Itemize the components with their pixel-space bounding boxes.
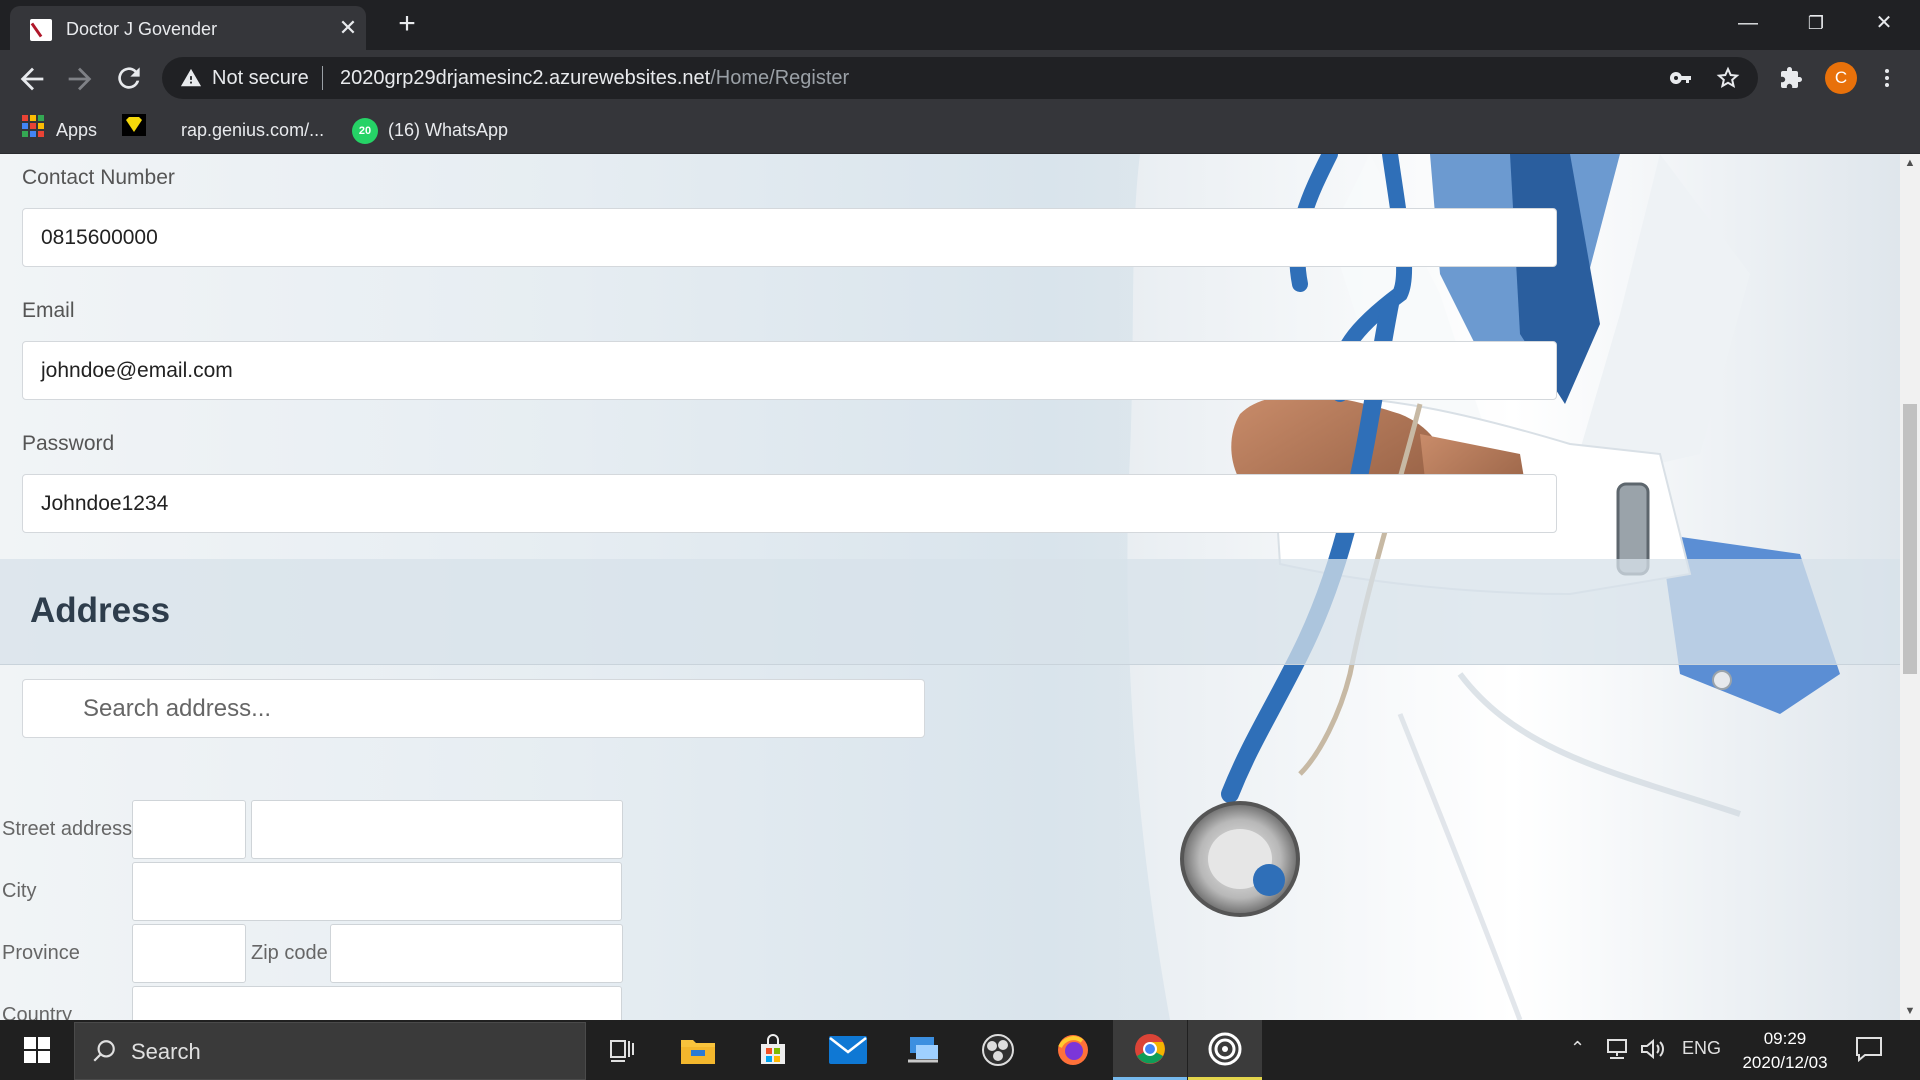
genius-diamond-icon[interactable] bbox=[122, 114, 146, 136]
extensions-puzzle-icon[interactable] bbox=[1778, 66, 1804, 92]
browser-toolbar: Not secure 2020grp29drjamesinc2.azureweb… bbox=[0, 50, 1920, 106]
country-input[interactable] bbox=[132, 986, 622, 1020]
key-icon[interactable] bbox=[1668, 66, 1694, 92]
restore-button[interactable]: ❐ bbox=[1788, 6, 1844, 40]
scroll-down-arrow-icon[interactable]: ▼ bbox=[1900, 1002, 1920, 1020]
security-status[interactable]: Not secure bbox=[212, 67, 309, 90]
contact-number-label: Contact Number bbox=[22, 166, 175, 189]
zip-code-input[interactable] bbox=[330, 924, 623, 983]
close-tab-icon[interactable]: ✕ bbox=[336, 16, 360, 40]
browser-tab[interactable]: Doctor J Govender ✕ bbox=[10, 6, 366, 50]
address-search-input[interactable]: Search address... bbox=[22, 679, 925, 738]
clock-date: 2020/12/03 bbox=[1742, 1053, 1828, 1072]
clock-time: 09:29 bbox=[1763, 1029, 1807, 1048]
chrome-taskbar-icon[interactable] bbox=[1113, 1020, 1187, 1080]
zip-code-label: Zip code bbox=[251, 942, 328, 964]
reload-icon[interactable] bbox=[112, 62, 146, 96]
mail-icon[interactable] bbox=[811, 1020, 885, 1080]
country-label: Country bbox=[2, 1004, 73, 1020]
taskbar-search-box[interactable]: Search bbox=[74, 1022, 586, 1080]
obs-studio-icon[interactable] bbox=[961, 1020, 1035, 1080]
province-input[interactable] bbox=[132, 924, 246, 983]
back-arrow-icon[interactable] bbox=[15, 62, 49, 96]
url-path: /Home/Register bbox=[710, 67, 850, 89]
address-bar[interactable]: Not secure 2020grp29drjamesinc2.azureweb… bbox=[162, 57, 1758, 99]
warning-icon[interactable] bbox=[180, 67, 202, 89]
firefox-icon[interactable] bbox=[1036, 1020, 1110, 1080]
notifications-icon[interactable] bbox=[1855, 1036, 1883, 1067]
omnibox-divider bbox=[322, 66, 323, 90]
city-label: City bbox=[2, 880, 37, 902]
ubisoft-connect-icon[interactable] bbox=[1188, 1020, 1262, 1080]
apps-grid-icon bbox=[22, 115, 44, 137]
address-heading: Address bbox=[30, 591, 171, 630]
tab-strip: Doctor J Govender ✕ + — ❐ ✕ bbox=[0, 0, 1920, 50]
street-number-input[interactable] bbox=[132, 800, 246, 859]
tray-overflow-chevron-icon[interactable]: ⌃ bbox=[1570, 1038, 1585, 1059]
taskbar-clock[interactable]: 09:29 2020/12/03 bbox=[1730, 1027, 1840, 1075]
page-scrollbar[interactable]: ▲ ▼ bbox=[1900, 154, 1920, 1020]
network-icon[interactable] bbox=[1604, 1038, 1630, 1065]
bookmark-star-icon[interactable] bbox=[1715, 66, 1741, 92]
city-input[interactable] bbox=[132, 862, 622, 921]
site-favicon-icon bbox=[30, 19, 52, 41]
profile-avatar[interactable]: C bbox=[1825, 62, 1857, 94]
language-indicator[interactable]: ENG bbox=[1682, 1038, 1721, 1059]
whatsapp-icon[interactable]: 20 bbox=[352, 118, 378, 144]
bookmark-genius[interactable]: rap.genius.com/... bbox=[181, 116, 324, 144]
email-input[interactable]: johndoe@email.com bbox=[22, 341, 1557, 400]
windows-start-icon[interactable] bbox=[0, 1020, 74, 1080]
volume-icon[interactable] bbox=[1640, 1038, 1666, 1065]
remote-desktop-icon[interactable] bbox=[886, 1020, 960, 1080]
file-explorer-icon[interactable] bbox=[661, 1020, 735, 1080]
minimize-button[interactable]: — bbox=[1720, 6, 1776, 40]
forward-arrow-icon[interactable] bbox=[63, 62, 97, 96]
tab-title: Doctor J Govender bbox=[66, 19, 218, 39]
street-name-input[interactable] bbox=[251, 800, 623, 859]
scroll-thumb[interactable] bbox=[1903, 404, 1917, 674]
url-text[interactable]: 2020grp29drjamesinc2.azurewebsites.net/H… bbox=[340, 67, 849, 90]
page-viewport: Contact Number 0815600000 Email johndoe@… bbox=[0, 154, 1900, 1020]
new-tab-button[interactable]: + bbox=[392, 9, 422, 40]
email-label: Email bbox=[22, 299, 75, 322]
close-window-button[interactable]: ✕ bbox=[1856, 6, 1912, 40]
bookmark-whatsapp[interactable]: (16) WhatsApp bbox=[388, 116, 508, 144]
bookmarks-bar: Apps rap.genius.com/... 20 (16) WhatsApp bbox=[0, 106, 1920, 154]
windows-taskbar: Search ⌃ ENG 09:29 2020/12/03 bbox=[0, 1020, 1920, 1080]
address-section-header: Address bbox=[0, 559, 1900, 665]
search-icon bbox=[93, 1040, 115, 1062]
url-host: 2020grp29drjamesinc2.azurewebsites.net bbox=[340, 67, 711, 89]
bookmark-apps[interactable]: Apps bbox=[56, 116, 97, 144]
microsoft-store-icon[interactable] bbox=[736, 1020, 810, 1080]
menu-kebab-icon[interactable] bbox=[1874, 66, 1900, 92]
contact-number-input[interactable]: 0815600000 bbox=[22, 208, 1557, 267]
task-view-icon[interactable] bbox=[586, 1020, 660, 1080]
taskbar-search-text: Search bbox=[131, 1039, 201, 1064]
scroll-up-arrow-icon[interactable]: ▲ bbox=[1900, 154, 1920, 172]
password-input[interactable]: Johndoe1234 bbox=[22, 474, 1557, 533]
street-address-label: Street address bbox=[2, 818, 133, 840]
password-label: Password bbox=[22, 432, 115, 455]
province-label: Province bbox=[2, 942, 80, 964]
